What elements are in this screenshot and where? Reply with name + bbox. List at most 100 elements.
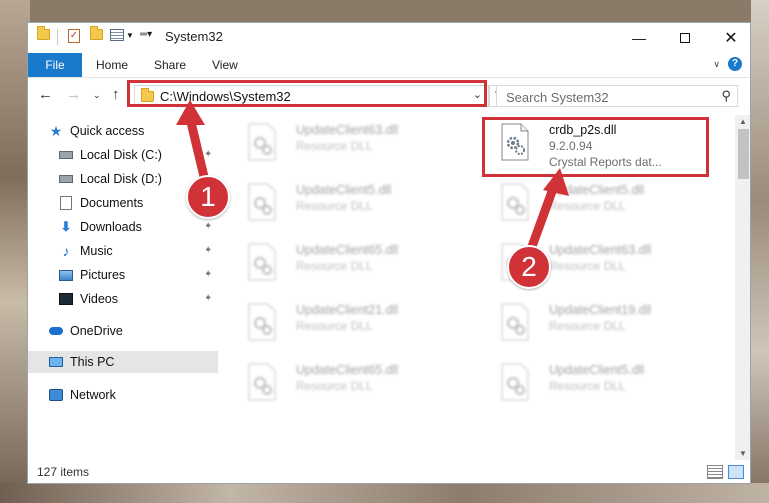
dll-file-icon — [248, 243, 276, 281]
music-icon: ♪ — [62, 243, 70, 259]
file-tile[interactable]: UpdateClient21.dll Resource DLL — [233, 297, 458, 349]
expand-ribbon-button[interactable]: ∨ — [713, 59, 720, 70]
tab-home[interactable]: Home — [96, 53, 128, 77]
sidebar-item-downloads[interactable]: ⬇ Downloads — [58, 216, 142, 238]
sidebar-item-label: This PC — [70, 355, 115, 369]
forward-button[interactable]: → — [66, 86, 81, 103]
tab-view[interactable]: View — [212, 53, 238, 77]
file-type: Resource DLL — [549, 379, 626, 393]
file-type: Resource DLL — [296, 259, 373, 273]
sidebar-item-videos[interactable]: Videos — [58, 288, 118, 310]
pin-icon[interactable]: ✦ — [204, 269, 212, 280]
help-icon[interactable]: ? — [728, 57, 742, 71]
pin-icon[interactable]: ✦ — [204, 245, 212, 256]
sidebar-item-this-pc[interactable]: This PC — [28, 351, 218, 373]
address-bar-highlight — [127, 80, 487, 107]
recent-locations-button[interactable]: ⌄ — [93, 90, 101, 101]
sidebar-item-label: Local Disk (C:) — [80, 148, 162, 162]
search-box[interactable]: ⚲ — [496, 85, 738, 108]
up-button[interactable]: ↑ — [112, 86, 120, 103]
file-type: Resource DLL — [549, 259, 626, 273]
sidebar-item-label: Local Disk (D:) — [80, 172, 162, 186]
sidebar-item-network[interactable]: Network — [48, 384, 116, 406]
file-name: UpdateClient63.dll — [549, 243, 652, 257]
drive-icon — [58, 147, 74, 163]
desktop-background-bottom — [0, 483, 769, 503]
separator — [57, 29, 58, 45]
sidebar-item-music[interactable]: ♪ Music — [58, 240, 113, 262]
dll-file-icon — [501, 303, 529, 341]
dropdown-icon: ═▾ — [140, 29, 153, 40]
file-name: UpdateClient65.dll — [296, 363, 399, 377]
sidebar-item-documents[interactable]: Documents — [58, 192, 143, 214]
pin-icon[interactable]: ✦ — [204, 149, 212, 160]
chevron-down-icon: ▼ — [126, 30, 134, 40]
scroll-up-icon[interactable]: ▲ — [739, 117, 747, 126]
new-folder-quick-button[interactable] — [90, 26, 103, 40]
star-icon: ★ — [49, 122, 63, 139]
file-type: Resource DLL — [549, 199, 626, 213]
back-button[interactable]: ← — [38, 86, 53, 103]
file-tile[interactable]: UpdateClient5.dll Resource DLL — [233, 177, 458, 229]
downloads-icon: ⬇ — [60, 219, 72, 234]
sidebar-item-label: Network — [70, 388, 116, 402]
customize-quick-access-button[interactable]: ▼ — [110, 29, 134, 41]
sidebar-item-local-disk-c[interactable]: Local Disk (C:) — [58, 144, 162, 166]
documents-icon — [58, 195, 74, 211]
pin-icon[interactable]: ✦ — [204, 293, 212, 304]
file-tile[interactable]: UpdateClient65.dll Resource DLL — [233, 237, 458, 289]
search-input[interactable] — [497, 86, 718, 108]
file-name: UpdateClient5.dll — [549, 363, 645, 377]
desktop-background-right — [751, 0, 769, 503]
quick-access-menu-button[interactable]: ═▾ — [140, 29, 152, 40]
sidebar-item-label: Downloads — [80, 220, 142, 234]
search-icon[interactable]: ⚲ — [721, 88, 731, 104]
file-name: UpdateClient5.dll — [549, 183, 645, 197]
details-view-icon[interactable] — [707, 465, 723, 479]
desktop-background-left — [0, 0, 30, 503]
window-title: System32 — [165, 29, 223, 44]
file-type: Resource DLL — [296, 379, 373, 393]
folder-icon — [37, 26, 50, 40]
file-name: UpdateClient5.dll — [296, 183, 392, 197]
sidebar-item-quick-access[interactable]: ★ Quick access — [48, 120, 145, 142]
vertical-scrollbar[interactable]: ▲ ▼ — [735, 115, 750, 460]
scroll-down-icon[interactable]: ▼ — [739, 449, 747, 458]
file-tile[interactable]: UpdateClient65.dll Resource DLL — [233, 357, 458, 409]
tiles-view-icon[interactable] — [728, 465, 744, 479]
new-folder-icon — [90, 26, 103, 40]
file-tile[interactable]: UpdateClient19.dll Resource DLL — [486, 297, 711, 349]
file-tile[interactable]: UpdateClient63.dll Resource DLL — [233, 117, 458, 169]
step-badge-2: 2 — [507, 245, 551, 289]
sidebar-item-local-disk-d[interactable]: Local Disk (D:) — [58, 168, 162, 190]
sidebar-item-label: Documents — [80, 196, 144, 210]
file-type: Resource DLL — [296, 319, 373, 333]
dll-file-icon — [248, 303, 276, 341]
sidebar-item-label: Quick access — [70, 124, 145, 138]
drive-icon — [58, 171, 74, 187]
dll-file-icon — [248, 123, 276, 161]
scrollbar-thumb[interactable] — [738, 129, 749, 179]
properties-icon — [110, 29, 124, 41]
maximize-button[interactable] — [662, 23, 708, 53]
sidebar-item-label: OneDrive — [70, 324, 123, 338]
close-button[interactable]: ✕ — [708, 23, 750, 53]
file-tile[interactable]: UpdateClient5.dll Resource DLL — [486, 357, 711, 409]
sidebar-item-label: Music — [80, 244, 113, 258]
pin-icon[interactable]: ✦ — [204, 221, 212, 232]
file-tile[interactable]: UpdateClient5.dll Resource DLL — [486, 177, 711, 229]
sidebar-item-pictures[interactable]: Pictures — [58, 264, 125, 286]
file-name: UpdateClient19.dll — [549, 303, 652, 317]
videos-icon — [58, 291, 74, 307]
sidebar-item-label: Pictures — [80, 268, 126, 282]
sidebar-item-onedrive[interactable]: OneDrive — [48, 320, 123, 342]
maximize-icon — [680, 33, 690, 43]
checklist-icon: ✓ — [68, 29, 80, 43]
close-icon: ✕ — [724, 30, 738, 47]
minimize-icon: — — [632, 30, 646, 46]
tab-share[interactable]: Share — [154, 53, 186, 77]
properties-quick-button[interactable]: ✓ — [68, 29, 80, 43]
minimize-button[interactable]: — — [616, 23, 662, 53]
dll-file-icon — [248, 183, 276, 221]
tab-file[interactable]: File — [28, 53, 82, 77]
